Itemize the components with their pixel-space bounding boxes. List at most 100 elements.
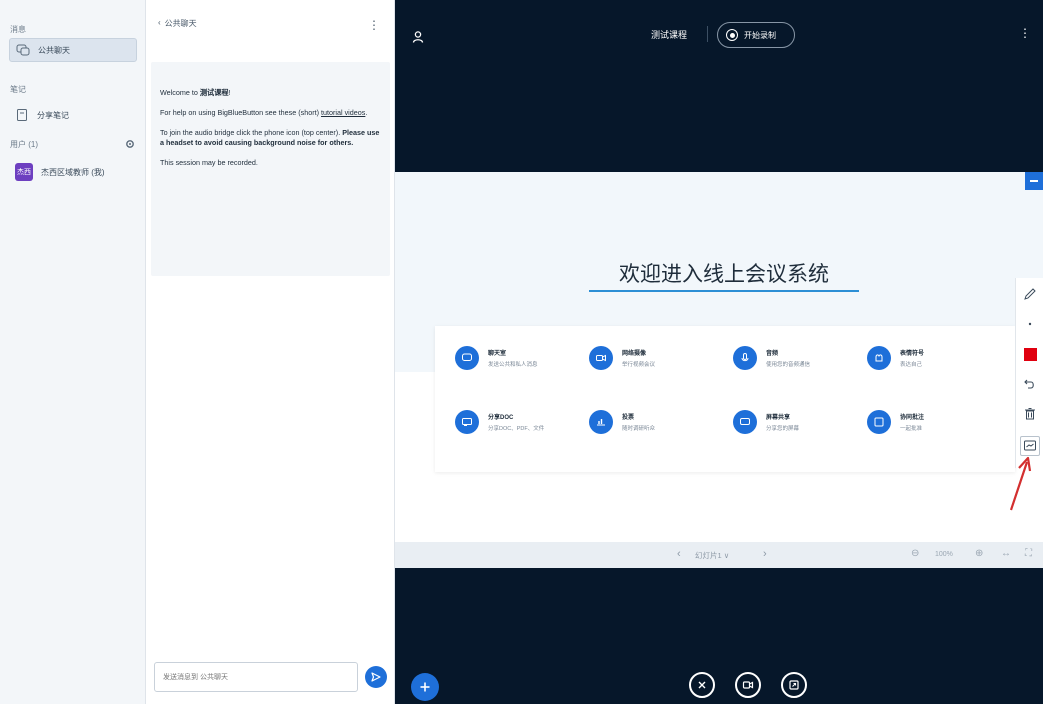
next-slide-button[interactable]: › [763,548,767,560]
feature-title: 表情符号 [900,351,925,357]
undo-icon[interactable] [1020,374,1040,394]
feature-item: 投票 随时调研听众 [589,410,655,434]
feature-item: 分享DOC 分享DOC、PDF、文件 [455,410,544,434]
welcome-line: Welcome to 测试课程! [160,88,380,98]
feature-desc: 一起批准 [900,426,923,432]
tutorial-videos-link[interactable]: tutorial videos [321,108,365,117]
webcam-icon [742,681,754,689]
audio-line: To join the audio bridge click the phone… [160,128,380,148]
feature-title: 分享DOC [488,415,514,421]
chat-message-input[interactable] [154,662,358,692]
feature-title: 协同批注 [900,415,925,421]
presentation-stage: 测试课程 开始录制 ⋮ 欢迎进入线上会议系统 聊天室发送公共和私人消息 网络摄像… [395,0,1043,704]
notes-section-label: 笔记 [10,85,26,94]
presentation-slide: 欢迎进入线上会议系统 聊天室发送公共和私人消息 网络摄像 举行视频会议 音频 使用您… [395,172,1043,542]
trash-icon[interactable] [1020,404,1040,424]
slide-title: 欢迎进入线上会议系统 [619,262,829,286]
welcome-prefix: Welcome to [160,88,200,97]
feature-item: 表情符号 表达自己 [867,346,924,370]
actions-plus-button[interactable] [411,673,439,701]
zoom-level: 100% [935,551,953,558]
multi-user-whiteboard-icon[interactable] [1020,436,1040,456]
mute-icon [698,681,706,689]
emoji-icon [867,346,891,370]
slide-navigation-bar: ‹ 幻灯片1 ∨ › ⊖ 100% ⊕ ↔ ⛶ [395,542,1043,568]
header-divider [707,26,708,42]
fullscreen-icon[interactable]: ⛶ [1025,548,1032,559]
whiteboard-toolbar [1015,278,1043,468]
feature-desc: 随时调研听众 [622,426,656,432]
chat-icon [455,346,479,370]
user-icon[interactable] [411,30,425,44]
messages-section-label: 消息 [10,25,26,34]
users-section-label: 用户 (1) [10,140,38,149]
options-icon[interactable]: ⋮ [1019,26,1031,40]
chat-panel: ‹ 公共聊天 ⋮ Welcome to 测试课程! For help on us… [146,0,395,704]
color-picker-button[interactable] [1020,344,1040,364]
feature-item: 屏幕共享分享您的屏幕 [733,410,799,434]
title-underline [589,290,859,292]
screen-share-icon [733,410,757,434]
course-title: 测试课程 [651,30,688,40]
screen-share-icon [789,680,799,690]
webcam-button[interactable] [735,672,761,698]
help-suffix: . [365,108,368,117]
feature-desc: 分享DOC、PDF、文件 [488,426,545,432]
record-button[interactable]: 开始录制 [717,22,795,48]
pencil-icon[interactable] [1020,284,1040,304]
fit-width-icon[interactable]: ↔ [1001,548,1011,559]
shared-notes-item[interactable]: 分享笔记 [9,103,137,127]
recorded-line: This session may be recorded. [160,158,258,167]
share-icon [455,410,479,434]
features-card: 聊天室发送公共和私人消息 网络摄像 举行视频会议 音频 使用您的音频通信 表情符号表… [435,326,1015,472]
screen-share-button[interactable] [781,672,807,698]
feature-title: 聊天室 [488,351,507,357]
chat-icon [16,43,30,57]
public-chat-label: 公共聊天 [38,45,70,55]
help-prefix: For help on using BigBlueButton see thes… [160,108,322,117]
thickness-icon[interactable] [1020,314,1040,334]
zoom-in-icon[interactable]: ⊕ [975,548,983,559]
annotation-arrow-icon [1009,456,1032,511]
notes-icon [15,108,29,122]
feature-item: 网络摄像 举行视频会议 [589,346,655,370]
video-icon [589,346,613,370]
feature-title: 屏幕共享 [766,415,791,421]
chat-header[interactable]: ‹ 公共聊天 [146,0,395,50]
feature-desc: 分享您的屏幕 [766,426,800,432]
feature-desc: 表达自己 [900,362,923,368]
minimize-presentation-button[interactable] [1025,172,1043,190]
send-icon [371,672,381,682]
user-list-panel: 消息 公共聊天 笔记 分享笔记 用户 (1) 杰西 杰西区域教师 (我) [0,0,146,704]
zoom-out-icon[interactable]: ⊖ [911,548,919,559]
welcome-message: Welcome to 测试课程! For help on using BigBl… [151,62,390,276]
feature-item: 协同批注 一起批准 [867,410,924,434]
send-button[interactable] [365,666,387,688]
help-line: For help on using BigBlueButton see thes… [160,108,380,118]
welcome-suffix: ! [228,88,231,97]
user-name: 杰西区域教师 (我) [41,167,105,177]
slide-select[interactable]: 幻灯片1 ∨ [695,550,729,561]
record-label: 开始录制 [744,30,776,40]
chat-options-icon[interactable]: ⋮ [368,18,380,32]
color-swatch [1023,347,1037,361]
feature-title: 网络摄像 [622,351,647,357]
gear-icon[interactable] [124,137,136,149]
feature-item: 音频 使用您的音频通信 [733,346,810,370]
plus-icon [420,682,430,692]
previous-slide-button[interactable]: ‹ [677,548,681,560]
public-chat-item[interactable]: 公共聊天 [9,38,137,62]
feature-item: 聊天室发送公共和私人消息 [455,346,538,370]
shared-notes-label: 分享笔记 [37,110,69,120]
user-item[interactable]: 杰西 杰西区域教师 (我) [9,160,137,184]
feature-desc: 发送公共和私人消息 [488,362,538,368]
poll-icon [589,410,613,434]
welcome-course: 测试课程 [199,88,229,97]
avatar: 杰西 [15,163,33,181]
feature-title: 投票 [622,415,635,421]
chevron-left-icon[interactable]: ‹ [158,18,161,27]
collaborate-icon [867,410,891,434]
feature-title: 音频 [766,351,779,357]
audio-prefix: To join the audio bridge click the phone… [160,128,343,137]
audio-button[interactable] [689,672,715,698]
